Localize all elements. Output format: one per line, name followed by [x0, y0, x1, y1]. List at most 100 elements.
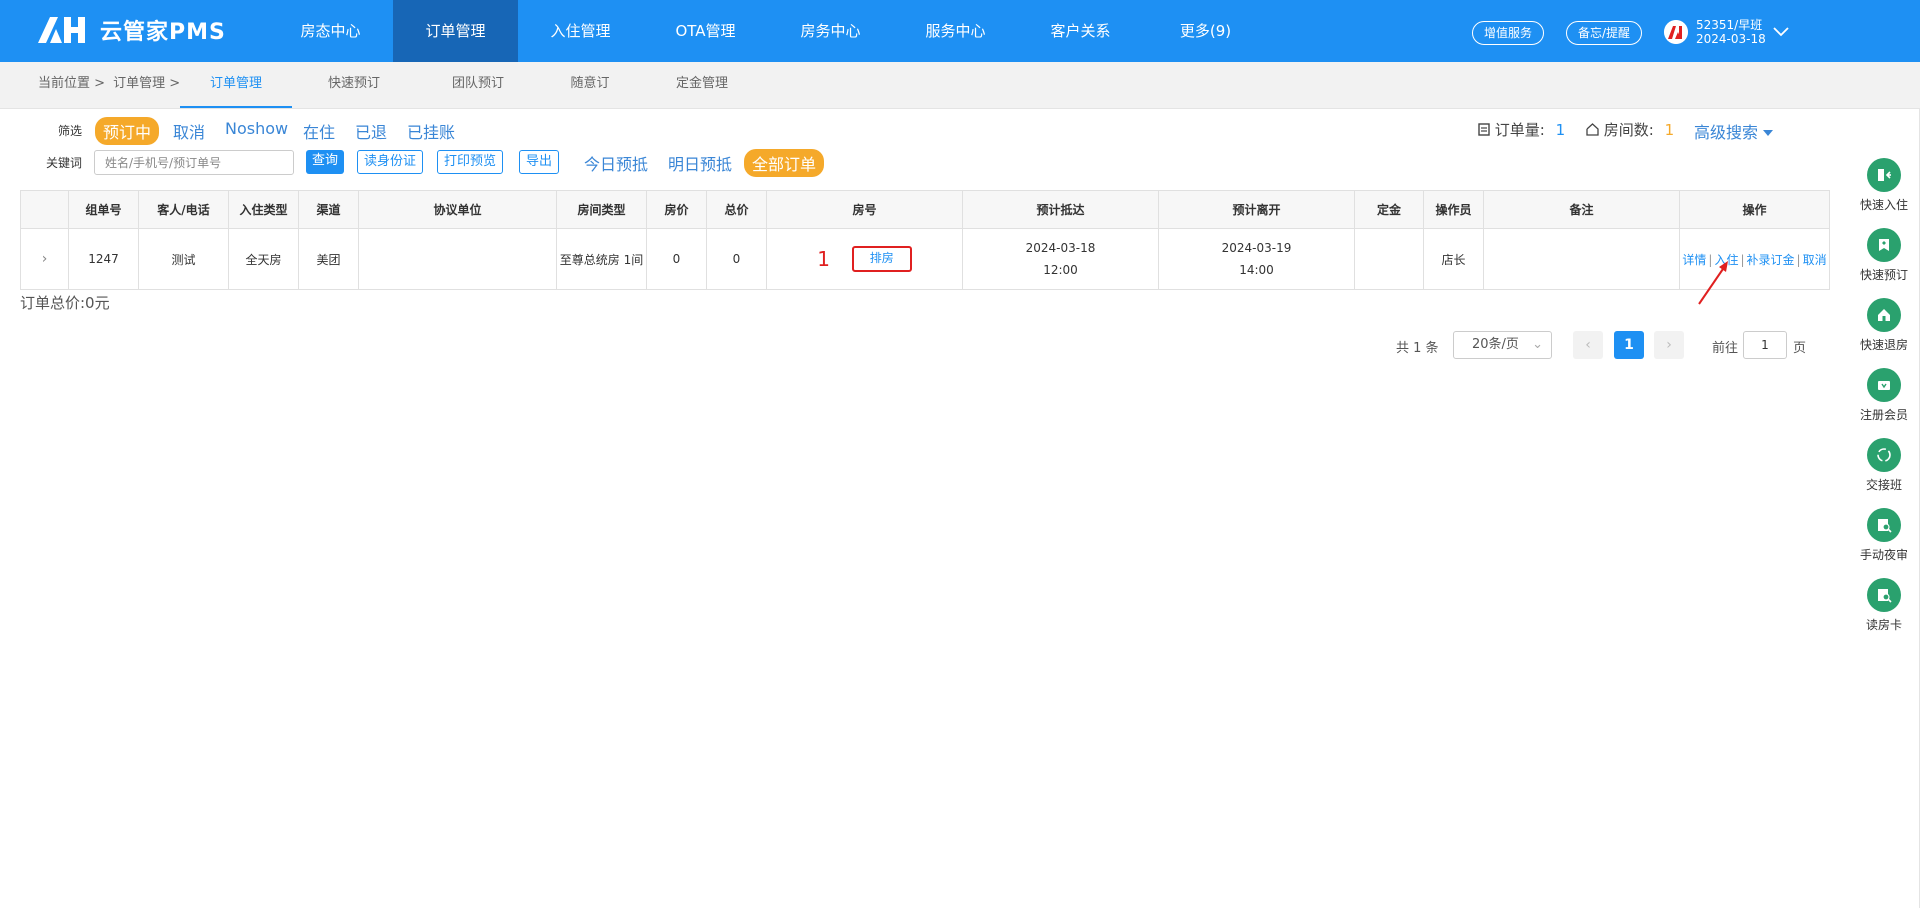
assign-room-button[interactable]: 排房 [851, 246, 912, 272]
arrival-time: 12:00 [1043, 263, 1078, 277]
tab-quick-booking[interactable]: 快速预订 [292, 62, 416, 108]
read-room-card-label: 读房卡 [1865, 618, 1902, 632]
breadcrumb-bar: 当前位置 > 订单管理 > 订单管理 快速预订 团队预订 随意订 定金管理 [0, 62, 1920, 109]
page-button-current[interactable]: 1 [1614, 331, 1644, 359]
print-preview-button[interactable]: 打印预览 [437, 150, 504, 174]
bookmark-icon [1867, 228, 1901, 262]
memo-reminder-button[interactable]: 备忘/提醒 [1566, 21, 1643, 45]
col-group-no: 组单号 [68, 190, 139, 229]
action-cancel-link[interactable]: 取消 [1803, 253, 1827, 267]
pagination-total: 共 1 条 [1396, 341, 1439, 356]
keyword-search-input[interactable] [94, 150, 294, 175]
check-in-icon [1867, 158, 1901, 192]
status-chip-on-account[interactable]: 已挂账 [407, 119, 455, 143]
advanced-search-label: 高级搜索 [1694, 123, 1759, 142]
user-info[interactable]: 52351/早班 2024-03-18 [1696, 18, 1766, 46]
goto-page-input[interactable] [1743, 331, 1787, 359]
date-chip-today-arrival[interactable]: 今日预抵 [584, 151, 648, 175]
expand-row-toggle[interactable]: › [20, 228, 69, 290]
cell-stay-type: 全天房 [228, 228, 299, 290]
date-chip-tomorrow-arrival[interactable]: 明日预抵 [668, 151, 732, 175]
col-agreement-unit: 协议单位 [358, 190, 557, 229]
cell-channel: 美团 [298, 228, 359, 290]
annotation-step-number: 1 [817, 247, 830, 271]
query-button[interactable]: 查询 [306, 150, 345, 174]
nav-check-in-management[interactable]: 入住管理 [518, 0, 643, 62]
quick-check-in-button[interactable]: 快速入住 [1854, 158, 1914, 213]
home-icon [1867, 298, 1901, 332]
register-member-button[interactable]: 注册会员 [1854, 368, 1914, 423]
page-size-select[interactable]: 20条/页 ⌄ [1453, 331, 1552, 359]
col-stay-type: 入住类型 [228, 190, 299, 229]
quick-check-in-label: 快速入住 [1859, 198, 1908, 212]
departure-time: 14:00 [1239, 263, 1274, 277]
breadcrumb-current-position: 当前位置 > [38, 76, 106, 91]
caret-down-icon [1763, 130, 1774, 136]
status-chip-cancelled[interactable]: 取消 [173, 119, 205, 143]
tab-casual-booking[interactable]: 随意订 [540, 62, 640, 108]
col-room-price: 房价 [646, 190, 707, 229]
shift-exchange-icon [1867, 438, 1901, 472]
col-expected-departure: 预计离开 [1158, 190, 1355, 229]
nav-order-management[interactable]: 订单管理 [393, 0, 518, 62]
advanced-search-toggle[interactable]: 高级搜索 [1694, 119, 1774, 143]
tab-order-management[interactable]: 订单管理 [180, 62, 292, 108]
status-chip-in-house[interactable]: 在住 [303, 119, 335, 143]
user-avatar-icon[interactable] [1664, 20, 1688, 44]
shift-handover-button[interactable]: 交接班 [1854, 438, 1914, 493]
filter-label: 筛选 [58, 124, 83, 138]
prev-page-button[interactable]: ‹ [1573, 331, 1603, 359]
manual-night-audit-button[interactable]: 手动夜审 [1854, 508, 1914, 563]
chevron-down-icon[interactable] [1770, 20, 1792, 42]
order-count-label: 订单量: [1494, 121, 1545, 139]
nav-customer-relations[interactable]: 客户关系 [1018, 0, 1143, 62]
keyword-label: 关键词 [46, 156, 83, 170]
nav-service-center[interactable]: 服务中心 [893, 0, 1018, 62]
nav-ota-management[interactable]: OTA管理 [643, 0, 768, 62]
date-chip-all-orders[interactable]: 全部订单 [744, 149, 825, 177]
col-channel: 渠道 [298, 190, 359, 229]
arrival-date: 2024-03-18 [1025, 241, 1096, 255]
status-chip-noshow[interactable]: Noshow [225, 119, 288, 138]
tab-group-booking[interactable]: 团队预订 [416, 62, 540, 108]
value-added-services-button[interactable]: 增值服务 [1472, 21, 1545, 45]
cell-room-number: 1 排房 [766, 228, 963, 290]
col-operator: 操作员 [1423, 190, 1484, 229]
quick-checkout-label: 快速退房 [1859, 338, 1908, 352]
nav-housekeeping[interactable]: 房务中心 [768, 0, 893, 62]
read-room-card-button[interactable]: 读房卡 [1854, 578, 1914, 633]
app-logo[interactable]: 云管家PMS [36, 14, 226, 46]
nav-more[interactable]: 更多(9) [1143, 0, 1268, 62]
house-icon [1586, 123, 1599, 136]
user-date: 2024-03-18 [1696, 32, 1766, 46]
col-expected-arrival: 预计抵达 [962, 190, 1159, 229]
annotation-arrow-icon [1698, 261, 1728, 305]
room-count-label: 房间数: [1603, 121, 1654, 139]
action-separator: | [1796, 252, 1801, 267]
status-chip-checked-out[interactable]: 已退 [355, 119, 387, 143]
manual-night-audit-label: 手动夜审 [1859, 548, 1908, 562]
export-button[interactable]: 导出 [519, 150, 560, 174]
cell-total-price: 0 [706, 228, 767, 290]
next-page-button[interactable]: › [1654, 331, 1684, 359]
main-nav: 房态中心 订单管理 入住管理 OTA管理 房务中心 服务中心 客户关系 更多(9… [268, 0, 1268, 62]
tab-deposit-management[interactable]: 定金管理 [640, 62, 764, 108]
logo-mark-icon [38, 17, 85, 43]
table-row: › 1247 测试 全天房 美团 至尊总统房 1间 0 0 1 排房 2024-… [20, 228, 1830, 290]
col-actions: 操作 [1679, 190, 1830, 229]
chevron-down-icon: ⌄ [1532, 337, 1543, 352]
nav-room-status[interactable]: 房态中心 [268, 0, 393, 62]
shift-handover-label: 交接班 [1865, 478, 1902, 492]
quick-checkout-button[interactable]: 快速退房 [1854, 298, 1914, 353]
read-id-card-button[interactable]: 读身份证 [357, 150, 424, 174]
action-add-deposit-link[interactable]: 补录订金 [1747, 253, 1795, 267]
sub-tabs: 订单管理 快速预订 团队预订 随意订 定金管理 [180, 62, 764, 108]
breadcrumb-parent[interactable]: 订单管理 > [113, 76, 180, 91]
cell-group-no: 1247 [68, 228, 139, 290]
quick-booking-button[interactable]: 快速预订 [1854, 228, 1914, 283]
table-header-row: 组单号 客人/电话 入住类型 渠道 协议单位 房间类型 房价 总价 房号 预计抵… [20, 190, 1830, 229]
status-chip-booked[interactable]: 预订中 [95, 117, 160, 145]
col-deposit: 定金 [1354, 190, 1424, 229]
room-count-stat: 房间数: 1 [1586, 119, 1674, 140]
col-expand [20, 190, 69, 229]
